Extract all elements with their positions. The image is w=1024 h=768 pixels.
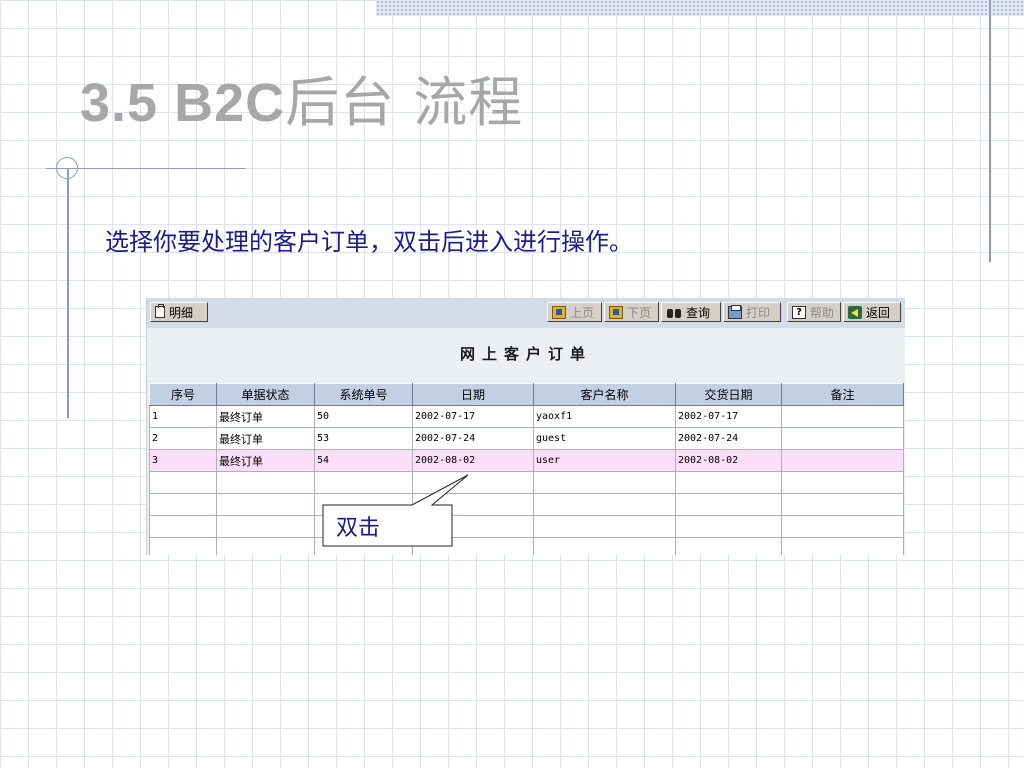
table-row[interactable]: 2 最终订单 53 2002-07-24 guest 2002-07-24 — [149, 427, 904, 450]
prev-page-label: 上页 — [570, 305, 595, 320]
column-header[interactable]: 单据状态 — [216, 383, 315, 406]
decor-vertical-line-right — [989, 0, 991, 262]
column-header[interactable]: 客户名称 — [533, 383, 676, 406]
next-page-label: 下页 — [627, 305, 652, 320]
table-cell: 最终订单 — [216, 449, 315, 472]
instruction-text: 选择你要处理的客户订单，双击后进入进行操作。 — [105, 228, 633, 256]
printer-icon — [728, 304, 742, 319]
table-row-empty[interactable] — [149, 537, 904, 555]
table-header-row: 序号 单据状态 系统单号 日期 客户名称 交货日期 备注 — [149, 383, 904, 406]
print-label: 打印 — [746, 305, 771, 320]
table-cell — [781, 405, 904, 428]
decor-vertical-line-left — [67, 168, 69, 418]
table-cell: 最终订单 — [216, 427, 315, 450]
toolbar: 明细 上页 下页 查询 打印 ? 帮助 返回 — [147, 298, 905, 328]
document-icon — [155, 304, 165, 318]
detail-button-label: 明细 — [169, 305, 194, 320]
order-list-window: 明细 上页 下页 查询 打印 ? 帮助 返回 网上客户订单 序号 单据状态 系统… — [146, 298, 905, 555]
table-cell: 50 — [314, 405, 413, 428]
table-cell: 2002-07-24 — [412, 427, 534, 450]
table-cell: 2002-07-17 — [412, 405, 534, 428]
column-header[interactable]: 序号 — [149, 383, 217, 406]
table-cell: user — [533, 449, 676, 472]
table-cell: 3 — [149, 449, 217, 472]
table-row-selected[interactable]: 3 最终订单 54 2002-08-02 user 2002-08-02 — [149, 449, 904, 472]
next-page-button[interactable]: 下页 — [604, 302, 659, 322]
table-cell — [781, 449, 904, 472]
detail-button[interactable]: 明细 — [150, 302, 208, 322]
slide-title: 3.5 B2C后台 流程 — [80, 58, 523, 137]
table-cell: yaoxf1 — [533, 405, 676, 428]
decor-circle — [56, 157, 78, 179]
folder-up-icon — [552, 305, 566, 319]
table-cell: 2002-08-02 — [675, 449, 782, 472]
table-cell: 2002-08-02 — [412, 449, 534, 472]
table-row[interactable]: 1 最终订单 50 2002-07-17 yaoxf1 2002-07-17 — [149, 405, 904, 428]
binoculars-icon — [666, 306, 682, 319]
table-cell: 54 — [314, 449, 413, 472]
table-cell: guest — [533, 427, 676, 450]
help-icon: ? — [792, 305, 806, 319]
query-button[interactable]: 查询 — [661, 302, 721, 322]
header-decor-band — [376, 0, 1024, 16]
print-button[interactable]: 打印 — [723, 302, 781, 322]
callout-text: 双击 — [336, 516, 381, 541]
table-row-empty[interactable] — [149, 471, 904, 494]
table-row-empty[interactable] — [149, 515, 904, 538]
table-cell: 1 — [149, 405, 217, 428]
column-header[interactable]: 交货日期 — [675, 383, 782, 406]
column-header[interactable]: 系统单号 — [314, 383, 413, 406]
table-cell: 2 — [149, 427, 217, 450]
table-cell: 2002-07-17 — [675, 405, 782, 428]
slide-title-suffix: 后台 流程 — [285, 71, 524, 134]
table-cell: 53 — [314, 427, 413, 450]
column-header[interactable]: 备注 — [781, 383, 904, 406]
table-cell: 2002-07-24 — [675, 427, 782, 450]
orders-table: 序号 单据状态 系统单号 日期 客户名称 交货日期 备注 1 最终订单 50 2… — [149, 383, 904, 555]
exit-door-icon — [848, 305, 862, 319]
help-label: 帮助 — [810, 305, 835, 320]
column-header[interactable]: 日期 — [412, 383, 534, 406]
back-label: 返回 — [866, 305, 891, 320]
back-button[interactable]: 返回 — [843, 302, 901, 322]
table-cell — [781, 427, 904, 450]
help-button[interactable]: ? 帮助 — [787, 302, 841, 322]
query-label: 查询 — [686, 305, 711, 320]
table-cell: 最终订单 — [216, 405, 315, 428]
folder-down-icon — [609, 305, 623, 319]
prev-page-button[interactable]: 上页 — [547, 302, 602, 322]
table-row-empty[interactable] — [149, 493, 904, 516]
form-title: 网上客户订单 — [459, 345, 592, 363]
slide-title-prefix: 3.5 B2C — [80, 73, 286, 133]
